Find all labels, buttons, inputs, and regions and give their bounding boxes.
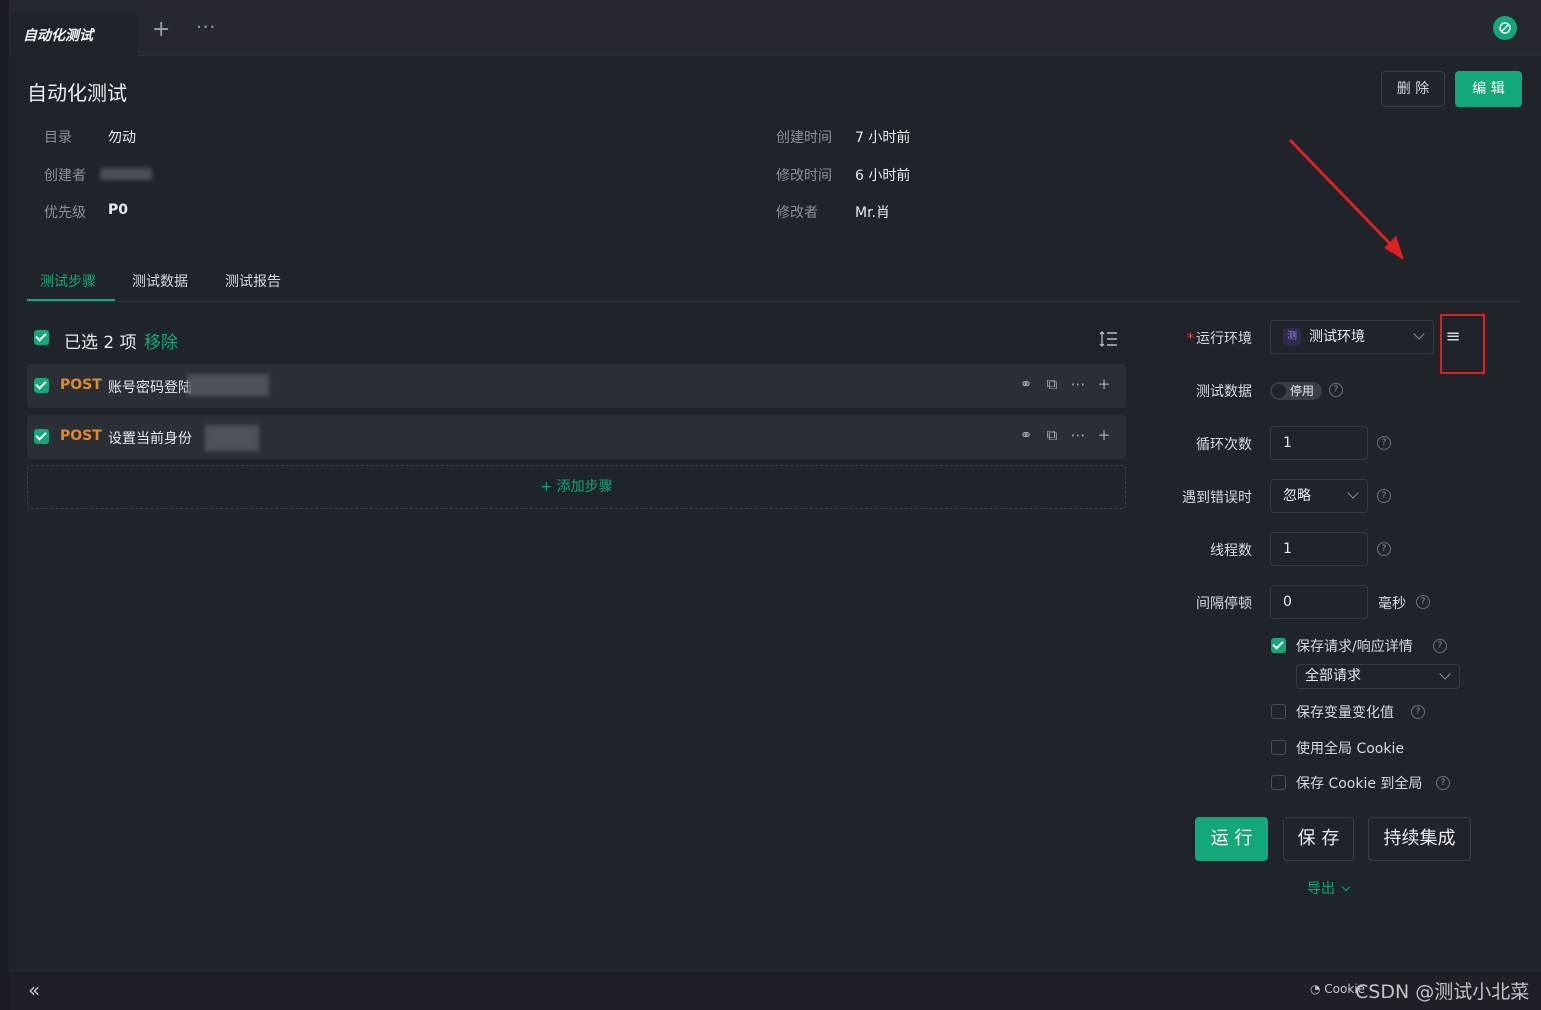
select-all-checkbox[interactable] (34, 330, 49, 345)
threads-input[interactable]: 1 (1270, 532, 1368, 566)
save-detail-label: 保存请求/响应详情 (1296, 639, 1413, 655)
redacted-step-detail (205, 425, 259, 451)
save-cookie-label: 保存 Cookie 到全局 (1296, 776, 1423, 792)
save-var-label: 保存变量变化值 (1296, 705, 1394, 721)
redacted-creator (100, 168, 152, 180)
http-method-badge: POST (60, 377, 102, 393)
step-name[interactable]: 账号密码登陆 (108, 377, 192, 397)
created-label: 创建时间 (776, 130, 832, 146)
created-value: 7 小时前 (855, 130, 911, 146)
tabs-divider (27, 301, 1520, 302)
http-method-badge: POST (60, 428, 102, 444)
env-label: * 运行环境 (1187, 331, 1252, 347)
help-icon[interactable]: ? (1377, 542, 1391, 556)
remove-selected-link[interactable]: 移除 (144, 328, 178, 353)
save-scope-select[interactable]: 全部请求 (1296, 664, 1460, 689)
step-row[interactable]: POST 设置当前身份 ⚭ ⧉ ⋯ + (27, 415, 1126, 459)
sync-icon[interactable] (1493, 16, 1517, 40)
tab-automation-test[interactable]: 自动化测试 (11, 12, 138, 56)
tab-test-report[interactable]: 测试报告 (225, 271, 281, 291)
folder-label: 目录 (44, 130, 72, 146)
help-icon[interactable]: ? (1433, 639, 1447, 653)
folder-value[interactable]: 勿动 (108, 127, 136, 147)
priority-value: P0 (108, 202, 129, 218)
save-detail-checkbox[interactable] (1271, 638, 1286, 653)
threads-label: 线程数 (1210, 543, 1252, 559)
modified-value: 6 小时前 (855, 168, 911, 184)
selection-count: 已选 2 项 (64, 333, 137, 353)
interval-unit: 毫秒 (1378, 596, 1406, 612)
edit-button[interactable]: 编 辑 (1455, 71, 1522, 107)
global-cookie-checkbox[interactable] (1271, 740, 1286, 755)
collapse-sidebar-icon[interactable]: « (28, 978, 40, 1002)
save-cookie-checkbox[interactable] (1271, 775, 1286, 790)
loop-label: 循环次数 (1196, 437, 1252, 453)
step-checkbox[interactable] (34, 378, 49, 393)
save-button[interactable]: 保 存 (1283, 817, 1354, 861)
add-icon[interactable]: + (1096, 375, 1112, 393)
delete-button[interactable]: 删 除 (1381, 71, 1445, 107)
watermark: CSDN @测试小北菜 (1355, 981, 1530, 1003)
test-data-toggle[interactable]: 停用 (1270, 382, 1322, 400)
page-title: 自动化测试 (27, 81, 127, 105)
help-icon[interactable]: ? (1411, 705, 1425, 719)
copy-icon[interactable]: ⧉ (1044, 375, 1060, 393)
more-icon[interactable]: ⋯ (1070, 426, 1086, 444)
add-icon[interactable]: + (1096, 426, 1112, 444)
creator-label: 创建者 (44, 168, 86, 184)
priority-label: 优先级 (44, 205, 86, 221)
chevron-down-icon (1413, 328, 1425, 340)
env-select[interactable]: 测测试环境 (1270, 320, 1434, 354)
copy-icon[interactable]: ⧉ (1044, 426, 1060, 444)
help-icon[interactable]: ? (1436, 776, 1450, 790)
help-icon[interactable]: ? (1416, 595, 1430, 609)
loop-count-input[interactable]: 1 (1270, 426, 1368, 460)
chevron-down-icon (1439, 668, 1451, 680)
step-row[interactable]: POST 账号密码登陆 ⚭ ⧉ ⋯ + (27, 364, 1126, 408)
help-icon[interactable]: ? (1377, 489, 1391, 503)
on-error-label: 遇到错误时 (1182, 490, 1252, 506)
on-error-select[interactable]: 忽略 (1270, 479, 1368, 513)
step-checkbox[interactable] (34, 429, 49, 444)
tab-test-data[interactable]: 测试数据 (132, 271, 188, 291)
run-button[interactable]: 运 行 (1195, 817, 1268, 861)
ci-button[interactable]: 持续集成 (1368, 817, 1471, 861)
step-name[interactable]: 设置当前身份 (108, 428, 192, 448)
interval-input[interactable]: 0 (1270, 585, 1368, 619)
modifier-value: Mr.肖 (855, 205, 890, 221)
chevron-down-icon (1341, 882, 1351, 892)
global-cookie-label: 使用全局 Cookie (1296, 741, 1404, 757)
link-icon[interactable]: ⚭ (1018, 426, 1034, 444)
left-edge (0, 0, 9, 1010)
tab-bar (9, 0, 1541, 56)
save-var-checkbox[interactable] (1271, 704, 1286, 719)
new-tab-button[interactable]: + (152, 19, 170, 41)
test-data-label: 测试数据 (1196, 384, 1252, 400)
modified-label: 修改时间 (776, 168, 832, 184)
export-dropdown[interactable]: 导出 (1307, 878, 1351, 898)
modifier-label: 修改者 (776, 205, 818, 221)
redacted-step-detail (187, 374, 269, 396)
help-icon[interactable]: ? (1329, 383, 1343, 397)
more-icon[interactable]: ⋯ (1070, 375, 1086, 393)
help-icon[interactable]: ? (1377, 436, 1391, 450)
annotation-highlight-box (1440, 314, 1485, 374)
more-tabs-button[interactable]: ··· (196, 17, 216, 39)
tab-test-steps[interactable]: 测试步骤 (40, 271, 96, 291)
interval-label: 间隔停顿 (1196, 596, 1252, 612)
active-tab-indicator (27, 299, 115, 301)
sort-list-icon[interactable] (1099, 330, 1119, 348)
annotation-arrow-icon (1288, 138, 1404, 260)
env-badge: 测 (1283, 328, 1301, 346)
add-step-button[interactable]: + 添加步骤 (27, 465, 1126, 509)
link-icon[interactable]: ⚭ (1018, 375, 1034, 393)
chevron-down-icon (1347, 487, 1359, 499)
